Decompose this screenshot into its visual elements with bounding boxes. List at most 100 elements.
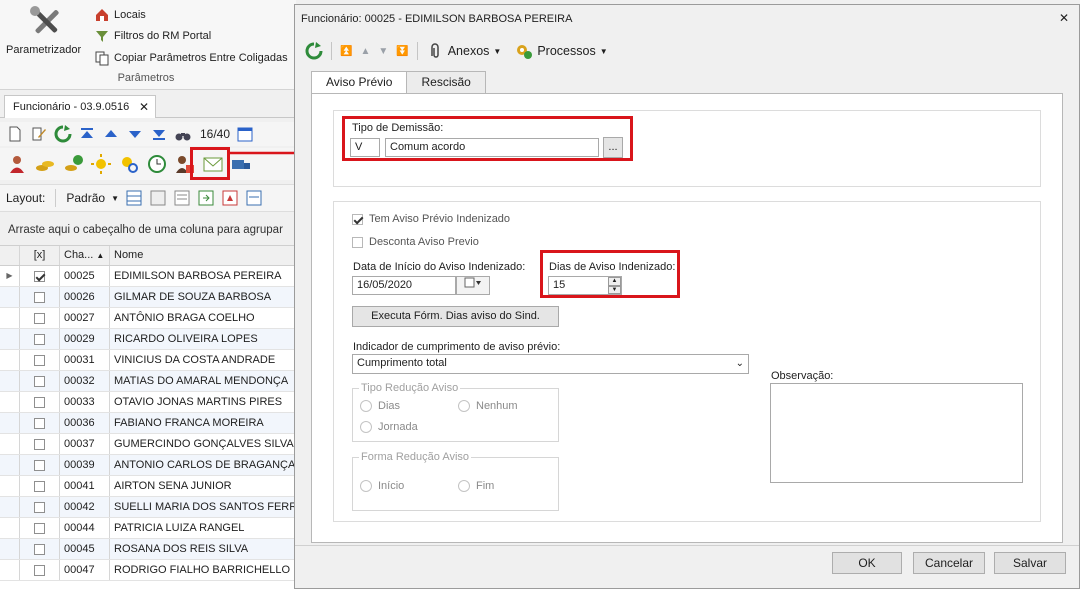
row-checkbox[interactable] xyxy=(20,413,60,433)
radio-dias[interactable]: Dias xyxy=(360,400,400,412)
tem-aviso-checkbox[interactable]: Tem Aviso Prévio Indenizado xyxy=(352,213,510,225)
last-record-icon[interactable] xyxy=(150,125,168,143)
checkbox-icon[interactable] xyxy=(34,459,45,471)
grid-delete-icon[interactable] xyxy=(221,189,239,207)
coins-icon[interactable] xyxy=(34,153,56,175)
tab-rescisao[interactable]: Rescisão xyxy=(406,71,486,93)
row-checkbox[interactable] xyxy=(20,434,60,454)
table-row[interactable]: 00027 ANTÔNIO BRAGA COELHO xyxy=(0,308,296,329)
employee-icon[interactable] xyxy=(6,153,28,175)
radio-nenhum[interactable]: Nenhum xyxy=(458,400,518,412)
grid-columns-icon[interactable] xyxy=(149,189,167,207)
code-column-header[interactable]: Cha... ▲ xyxy=(60,246,110,265)
radio-fim[interactable]: Fim xyxy=(458,480,494,492)
row-checkbox[interactable] xyxy=(20,266,60,286)
indicador-select[interactable]: Cumprimento total ⌄ xyxy=(352,354,749,374)
table-row[interactable]: 00029 RICARDO OLIVEIRA LOPES xyxy=(0,329,296,350)
ok-button[interactable]: OK xyxy=(832,552,902,574)
table-row[interactable]: 00037 GUMERCINDO GONÇALVES SILVA xyxy=(0,434,296,455)
checkbox-icon[interactable] xyxy=(34,417,45,429)
refresh-icon[interactable] xyxy=(54,125,72,143)
checkbox-icon[interactable] xyxy=(34,480,45,492)
next-record-icon[interactable]: ▼ xyxy=(378,46,388,57)
table-row[interactable]: 00041 AIRTON SENA JUNIOR xyxy=(0,476,296,497)
parametrizador-button[interactable]: Parametrizador xyxy=(6,4,86,62)
checkbox-icon[interactable] xyxy=(34,543,45,555)
tab-funcionario[interactable]: Funcionário - 03.9.0516 ✕ xyxy=(4,95,156,118)
sun-search-icon[interactable] xyxy=(118,153,140,175)
refresh-icon[interactable] xyxy=(305,42,323,60)
table-row[interactable]: 00045 ROSANA DOS REIS SILVA xyxy=(0,539,296,560)
cancel-button[interactable]: Cancelar xyxy=(913,552,985,574)
copiar-parametros-button[interactable]: Copiar Parâmetros Entre Coligadas xyxy=(94,49,288,67)
previous-record-icon[interactable]: ▲ xyxy=(360,46,370,57)
desconta-aviso-checkbox[interactable]: Desconta Aviso Previo xyxy=(352,236,479,248)
row-checkbox[interactable] xyxy=(20,308,60,328)
checkbox-icon[interactable] xyxy=(34,312,45,324)
grid-list-icon[interactable] xyxy=(173,189,191,207)
checkbox-icon[interactable] xyxy=(34,333,45,345)
calendar-icon[interactable] xyxy=(236,125,254,143)
checkbox-icon[interactable] xyxy=(34,396,45,408)
checkbox-checked-icon[interactable] xyxy=(34,270,45,282)
coins-add-icon[interactable] xyxy=(62,153,84,175)
dialog-close-icon[interactable]: ✕ xyxy=(1059,11,1069,25)
row-checkbox[interactable] xyxy=(20,518,60,538)
table-row[interactable]: ▶ 00025 EDIMILSON BARBOSA PEREIRA xyxy=(0,266,296,287)
table-row[interactable]: 00031 VINICIUS DA COSTA ANDRADE xyxy=(0,350,296,371)
tab-aviso-previo[interactable]: Aviso Prévio xyxy=(311,71,408,94)
new-document-icon[interactable] xyxy=(6,125,24,143)
name-column-header[interactable]: Nome xyxy=(110,246,296,265)
checkbox-icon[interactable] xyxy=(34,291,45,303)
checkbox-icon[interactable] xyxy=(34,501,45,513)
sun-icon[interactable] xyxy=(90,153,112,175)
save-button[interactable]: Salvar xyxy=(994,552,1066,574)
table-row[interactable]: 00039 ANTONIO CARLOS DE BRAGANÇA xyxy=(0,455,296,476)
row-checkbox[interactable] xyxy=(20,476,60,496)
group-by-hint[interactable]: Arraste aqui o cabeçalho de uma coluna p… xyxy=(0,216,296,246)
table-row[interactable]: 00036 FABIANO FRANCA MOREIRA xyxy=(0,413,296,434)
table-row[interactable]: 00044 PATRICIA LUIZA RANGEL xyxy=(0,518,296,539)
close-icon[interactable]: ✕ xyxy=(139,100,149,114)
last-record-icon[interactable]: ⏬ xyxy=(396,46,408,57)
date-picker-button[interactable] xyxy=(456,276,490,295)
radio-inicio[interactable]: Início xyxy=(360,480,404,492)
previous-record-icon[interactable] xyxy=(102,125,120,143)
executa-formula-button[interactable]: Executa Fórm. Dias aviso do Sind. xyxy=(352,306,559,327)
table-row[interactable]: 00026 GILMAR DE SOUZA BARBOSA xyxy=(0,287,296,308)
filtros-portal-button[interactable]: Filtros do RM Portal xyxy=(94,27,211,45)
row-checkbox[interactable] xyxy=(20,329,60,349)
table-row[interactable]: 00032 MATIAS DO AMARAL MENDONÇA xyxy=(0,371,296,392)
row-checkbox[interactable] xyxy=(20,371,60,391)
grid-export-icon[interactable] xyxy=(197,189,215,207)
row-checkbox[interactable] xyxy=(20,350,60,370)
row-checkbox[interactable] xyxy=(20,560,60,580)
check-column-header[interactable]: [x] xyxy=(20,246,60,265)
checkbox-icon[interactable] xyxy=(34,375,45,387)
next-record-icon[interactable] xyxy=(126,125,144,143)
observacao-textarea[interactable] xyxy=(770,383,1023,483)
table-row[interactable]: 00047 RODRIGO FIALHO BARRICHELLO xyxy=(0,560,296,581)
clock-icon[interactable] xyxy=(146,153,168,175)
row-checkbox[interactable] xyxy=(20,497,60,517)
row-checkbox[interactable] xyxy=(20,455,60,475)
checkbox-icon[interactable] xyxy=(34,354,45,366)
checkbox-icon[interactable] xyxy=(34,564,45,576)
grid-filter-icon[interactable] xyxy=(245,189,263,207)
first-record-icon[interactable]: ⏫ xyxy=(340,46,352,57)
row-checkbox[interactable] xyxy=(20,392,60,412)
row-checkbox[interactable] xyxy=(20,539,60,559)
checkbox-icon[interactable] xyxy=(34,522,45,534)
edit-document-icon[interactable] xyxy=(30,125,48,143)
checkbox-icon[interactable] xyxy=(34,438,45,450)
radio-jornada[interactable]: Jornada xyxy=(360,421,418,433)
layout-dropdown[interactable]: Padrão xyxy=(66,191,105,205)
binoculars-icon[interactable] xyxy=(174,125,192,143)
locais-button[interactable]: Locais xyxy=(94,6,146,24)
first-record-icon[interactable] xyxy=(78,125,96,143)
attachments-menu[interactable]: Anexos ▼ xyxy=(426,42,501,60)
processes-menu[interactable]: Processos ▼ xyxy=(515,42,608,60)
chevron-down-icon[interactable]: ▼ xyxy=(111,194,119,203)
grid-layout-icon[interactable] xyxy=(125,189,143,207)
row-checkbox[interactable] xyxy=(20,287,60,307)
